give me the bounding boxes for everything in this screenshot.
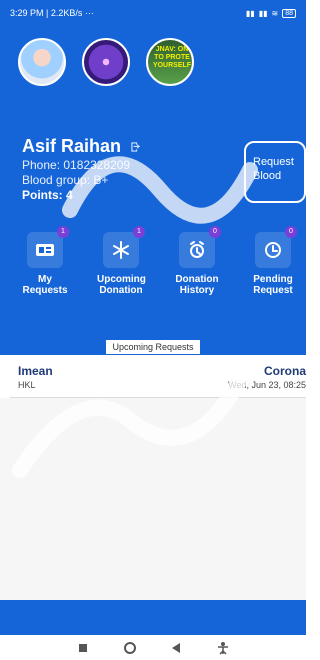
stories-row: JNAV: ON TO PROTE YOURSELF bbox=[18, 38, 194, 86]
wifi-icon: ≋ bbox=[271, 8, 279, 18]
signal-icon: ▮▮ bbox=[245, 8, 255, 18]
request-blood-button[interactable]: Request Blood bbox=[244, 141, 306, 203]
my-requests-label: My Requests bbox=[22, 274, 68, 296]
profile-points: Points: 4 bbox=[22, 188, 73, 202]
status-right: ▮▮ ▮▮ ≋ 88 bbox=[245, 8, 296, 18]
request-disease: Corona bbox=[264, 364, 306, 378]
my-requests-badge: 1 bbox=[57, 226, 69, 238]
grid-card-icon bbox=[36, 244, 54, 256]
request-datetime: Wed, Jun 23, 08:25 bbox=[228, 380, 306, 390]
back-triangle-icon[interactable] bbox=[168, 640, 184, 656]
accessibility-icon[interactable] bbox=[215, 640, 231, 656]
profile-blood-group: Blood group: B+ bbox=[22, 173, 109, 187]
request-name: Imean bbox=[18, 364, 53, 378]
story-avatar-3[interactable]: JNAV: ON TO PROTE YOURSELF bbox=[146, 38, 194, 86]
profile-name: Asif Raihan bbox=[22, 136, 122, 156]
content-background bbox=[0, 398, 306, 600]
upcoming-donation-button[interactable]: 1 Upcoming Donation bbox=[97, 226, 146, 296]
request-blood-line2: Blood bbox=[253, 170, 282, 182]
upcoming-donation-tile bbox=[103, 232, 139, 268]
donation-history-button[interactable]: 0 Donation History bbox=[173, 226, 221, 296]
upcoming-requests-title: Upcoming Requests bbox=[0, 340, 306, 354]
pending-request-button[interactable]: 0 Pending Request bbox=[249, 226, 297, 296]
system-nav-bar bbox=[0, 635, 306, 660]
logout-icon[interactable] bbox=[129, 140, 143, 154]
profile-phone: Phone: 0182328209 bbox=[22, 158, 131, 172]
status-dots: ··· bbox=[84, 8, 94, 18]
pending-request-badge: 0 bbox=[285, 226, 297, 238]
circle-icon[interactable] bbox=[122, 640, 138, 656]
my-requests-button[interactable]: 1 My Requests bbox=[21, 226, 69, 296]
quick-actions: 1 My Requests 1 Upcoming Donation 0 Dona… bbox=[21, 226, 297, 296]
upcoming-donation-label: Upcoming Donation bbox=[97, 274, 146, 296]
story-3-text: JNAV: ON TO PROTE YOURSELF bbox=[152, 46, 192, 69]
name-row: Asif Raihan bbox=[22, 136, 143, 157]
bottom-blue-bar bbox=[0, 600, 306, 635]
pending-request-tile bbox=[255, 232, 291, 268]
square-icon[interactable] bbox=[75, 640, 91, 656]
status-bar: 3:29 PM | 2.2KB/s ··· ▮▮ ▮▮ ≋ 88 bbox=[0, 0, 306, 26]
story-avatar-2[interactable] bbox=[82, 38, 130, 86]
header-panel: 3:29 PM | 2.2KB/s ··· ▮▮ ▮▮ ≋ 88 JNAV: O… bbox=[0, 0, 306, 355]
clock-icon bbox=[265, 242, 281, 258]
story-avatar-1[interactable] bbox=[18, 38, 66, 86]
pending-request-label: Pending Request bbox=[253, 274, 293, 296]
upcoming-donation-badge: 1 bbox=[133, 226, 145, 238]
upcoming-request-card[interactable]: Imean HKL Corona Wed, Jun 23, 08:25 bbox=[10, 358, 306, 398]
alarm-clock-icon bbox=[190, 241, 204, 258]
donation-history-label: Donation History bbox=[175, 274, 219, 296]
battery-indicator: 88 bbox=[282, 8, 296, 18]
my-requests-tile bbox=[27, 232, 63, 268]
request-blood-line1: Request bbox=[253, 156, 294, 168]
signal-icon-2: ▮▮ bbox=[258, 8, 268, 18]
profile-section: Asif Raihan Phone: 0182328209 Blood grou… bbox=[22, 136, 143, 202]
request-location: HKL bbox=[18, 380, 36, 390]
donation-history-badge: 0 bbox=[209, 226, 221, 238]
snowflake-icon bbox=[113, 241, 129, 259]
status-time-speed: 3:29 PM | 2.2KB/s ··· bbox=[10, 8, 94, 18]
donation-history-tile bbox=[179, 232, 215, 268]
